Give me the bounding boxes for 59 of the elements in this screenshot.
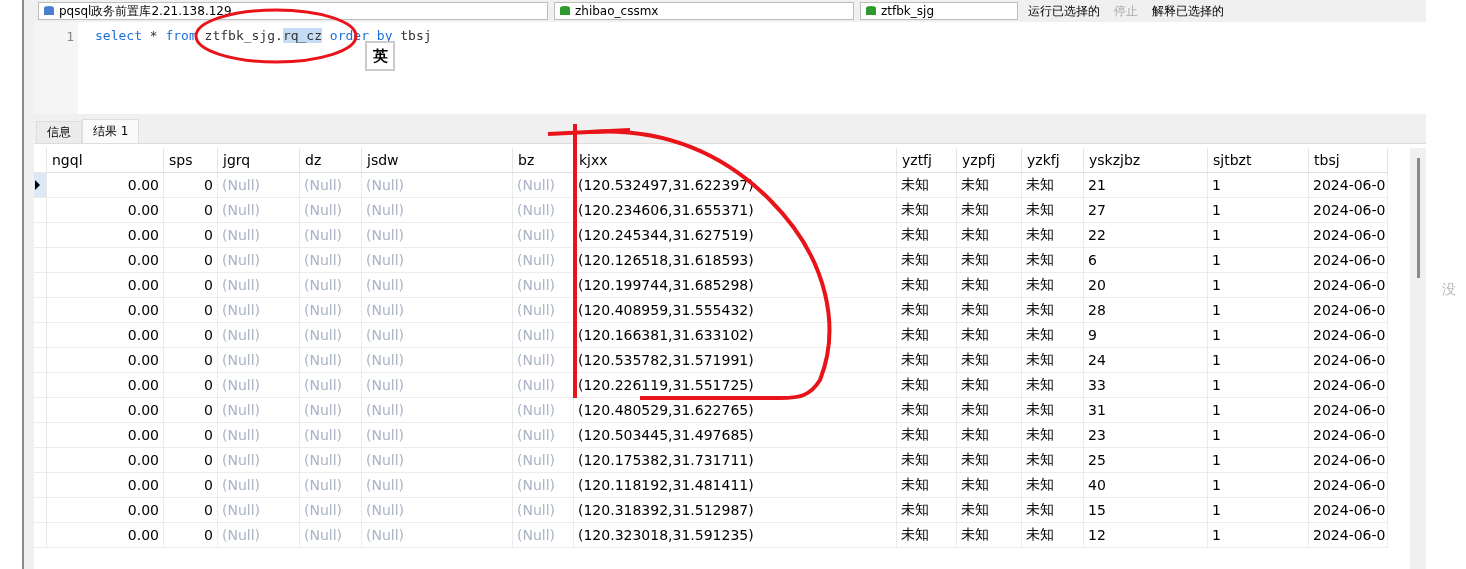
row-marker[interactable] xyxy=(34,198,47,223)
side-text: 没 xyxy=(1442,280,1456,299)
row-marker[interactable] xyxy=(34,398,47,423)
row-marker[interactable] xyxy=(34,473,47,498)
row-marker[interactable] xyxy=(34,298,47,323)
table-cell: (Null) xyxy=(300,523,362,548)
column-header[interactable]: ngql xyxy=(47,148,164,173)
column-header[interactable]: yztfj xyxy=(897,148,957,173)
row-marker[interactable] xyxy=(34,373,47,398)
sql-keyword: select xyxy=(95,28,142,43)
table-cell: 1 xyxy=(1208,523,1309,548)
row-marker[interactable] xyxy=(34,448,47,473)
table-cell: (Null) xyxy=(362,523,513,548)
table-cell: 未知 xyxy=(957,523,1022,548)
sql-text: rq_cz xyxy=(282,28,322,43)
sql-text: tbsj xyxy=(400,28,432,43)
row-marker[interactable] xyxy=(34,273,47,298)
table-cell: 未知 xyxy=(1022,523,1084,548)
table-cell: (120.323018,31.591235) xyxy=(574,523,897,548)
row-marker[interactable] xyxy=(34,323,47,348)
column-header[interactable]: kjxx xyxy=(574,148,897,173)
database-icon xyxy=(559,5,571,17)
row-marker[interactable] xyxy=(34,223,47,248)
table-cell: 0 xyxy=(164,523,218,548)
result-tab[interactable]: 结果 1 xyxy=(82,119,140,143)
scrollbar[interactable] xyxy=(1410,148,1426,569)
table-cell: (Null) xyxy=(513,523,574,548)
column-header[interactable]: jsdw xyxy=(362,148,513,173)
row-marker[interactable] xyxy=(34,498,47,523)
toolbar-button[interactable]: 运行已选择的 xyxy=(1024,2,1104,20)
table-cell: 2024-06-0 xyxy=(1309,523,1388,548)
column-header[interactable]: yzkfj xyxy=(1022,148,1084,173)
sql-text: ztfbk_sjg. xyxy=(204,28,283,43)
row-marker[interactable] xyxy=(34,248,47,273)
row-marker[interactable] xyxy=(34,523,47,548)
line-number: 1 xyxy=(66,29,74,44)
connection-select[interactable]: pqsql政务前置库2.21.138.129 xyxy=(38,2,548,20)
column-header[interactable]: jgrq xyxy=(218,148,300,173)
database-icon xyxy=(865,5,877,17)
toolbar-button[interactable]: 解释已选择的 xyxy=(1148,2,1228,20)
table-cell: 0.00 xyxy=(47,523,164,548)
column-header[interactable]: yzpfj xyxy=(957,148,1022,173)
sql-text: * xyxy=(149,28,158,43)
column-header[interactable]: tbsj xyxy=(1309,148,1388,173)
input-method-indicator: 英 xyxy=(365,41,395,71)
table-cell: 未知 xyxy=(897,523,957,548)
column-header[interactable]: sps xyxy=(164,148,218,173)
row-marker[interactable] xyxy=(34,423,47,448)
table-cell: (Null) xyxy=(218,523,300,548)
column-header[interactable]: sjtbzt xyxy=(1208,148,1309,173)
result-tab[interactable]: 信息 xyxy=(36,121,82,143)
database-icon xyxy=(43,5,55,17)
table-cell: 12 xyxy=(1084,523,1208,548)
row-marker[interactable] xyxy=(34,173,47,198)
column-header[interactable]: dz xyxy=(300,148,362,173)
schema-select[interactable]: ztfbk_sjg xyxy=(860,2,1018,20)
database-select[interactable]: zhibao_cssmx xyxy=(554,2,854,20)
column-header[interactable]: yskzjbz xyxy=(1084,148,1208,173)
row-marker[interactable] xyxy=(34,348,47,373)
